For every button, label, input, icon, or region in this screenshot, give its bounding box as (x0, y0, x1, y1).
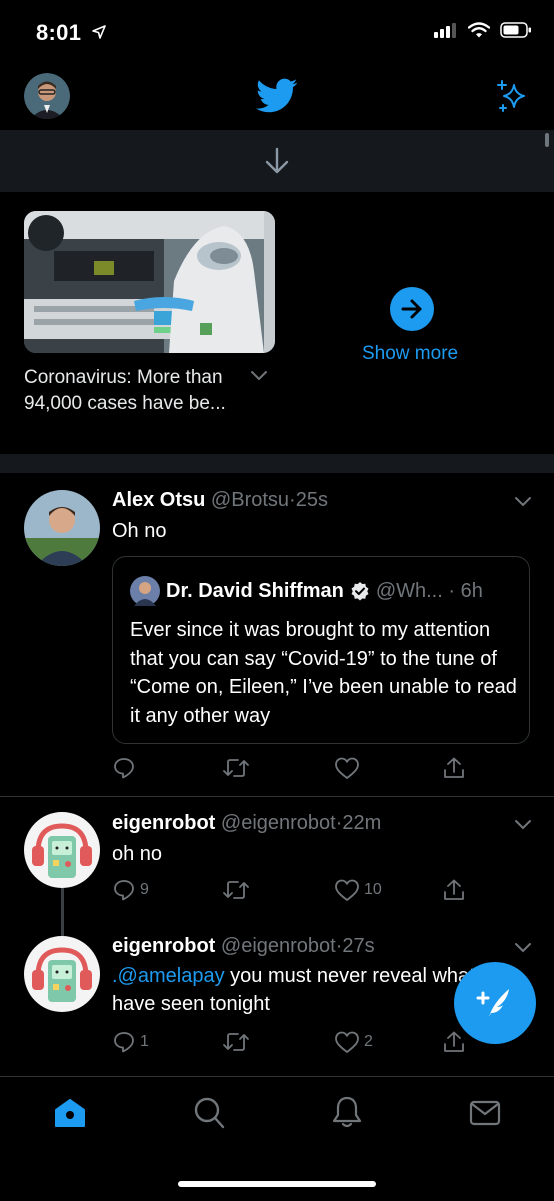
tweet-actions: 1 2 (112, 1030, 466, 1054)
arrow-down-icon (265, 147, 289, 174)
mention-link[interactable]: .@amelapay (112, 965, 225, 987)
home-indicator[interactable] (178, 1181, 376, 1187)
reply-icon (114, 1032, 134, 1053)
profile-avatar[interactable] (24, 73, 70, 119)
timestamp: 27s (342, 935, 375, 957)
messages-icon[interactable] (469, 1100, 501, 1126)
reply-icon (114, 758, 134, 779)
avatar[interactable] (24, 812, 100, 888)
chevron-down-icon[interactable] (514, 819, 532, 831)
tweet-header: eigenrobot @eigenrobot·22m (112, 812, 381, 835)
reply-button[interactable] (112, 756, 222, 780)
avatar[interactable] (24, 490, 100, 566)
share-icon (444, 1031, 464, 1052)
tweet-header: eigenrobot @eigenrobot·27s (112, 935, 375, 958)
display-name[interactable]: eigenrobot (112, 935, 215, 957)
twitter-bird-icon (256, 78, 298, 119)
status-time: 8:01 (36, 20, 106, 46)
search-icon[interactable] (193, 1096, 225, 1130)
display-name[interactable]: eigenrobot (112, 812, 215, 834)
like-icon (335, 757, 359, 779)
reply-button[interactable]: 1 (112, 1030, 222, 1054)
arrow-right-icon (401, 299, 422, 319)
signal-icon (434, 23, 456, 38)
status-icons (434, 22, 532, 38)
reply-icon (114, 880, 134, 901)
share-button[interactable] (442, 1030, 466, 1054)
separator-dot: · (448, 579, 456, 602)
notifications-icon[interactable] (331, 1095, 363, 1129)
display-name: Dr. David Shiffman (166, 579, 344, 602)
handle: @Wh... (375, 579, 443, 602)
tweet-text: Oh no (112, 520, 167, 542)
share-button[interactable] (442, 878, 466, 902)
reply-button[interactable]: 9 (112, 878, 222, 902)
show-more-button[interactable] (390, 287, 434, 331)
retweet-icon (223, 759, 249, 777)
verified-badge-icon (351, 582, 369, 601)
like-icon (335, 879, 359, 901)
chevron-down-icon[interactable] (514, 942, 532, 954)
like-button[interactable] (334, 756, 442, 780)
avatar[interactable] (24, 936, 100, 1012)
handle: @Brotsu (210, 489, 290, 511)
handle: @eigenrobot (220, 935, 336, 957)
divider (0, 796, 554, 797)
show-more-label[interactable]: Show more (362, 343, 458, 365)
avatar (130, 576, 160, 606)
sparkle-icon[interactable] (494, 79, 530, 120)
compose-tweet-button[interactable] (454, 962, 536, 1044)
like-icon (335, 1031, 359, 1053)
chevron-down-icon[interactable] (514, 496, 532, 508)
share-button[interactable] (442, 756, 466, 780)
like-count: 2 (364, 1033, 373, 1050)
like-button[interactable]: 2 (334, 1030, 442, 1054)
timestamp: 25s (295, 489, 328, 511)
share-icon (444, 879, 464, 900)
retweet-button[interactable] (222, 1031, 334, 1053)
tweet-actions (112, 756, 466, 780)
like-button[interactable]: 10 (334, 878, 442, 902)
quoted-tweet-header: Dr. David Shiffman @Wh... · 6h (130, 576, 483, 606)
reply-count: 9 (140, 881, 149, 898)
display-name[interactable]: Alex Otsu (112, 489, 205, 511)
retweet-button[interactable] (222, 879, 334, 901)
handle: @eigenrobot (220, 812, 336, 834)
retweet-button[interactable] (222, 757, 334, 779)
quoted-tweet-text: Ever since it was brought to my attentio… (130, 619, 517, 727)
tweet-text: oh no (112, 843, 163, 865)
load-new-tweets-bar[interactable] (0, 130, 554, 192)
timestamp: 22m (342, 812, 382, 834)
share-icon (444, 757, 464, 778)
tweet-actions: 9 10 (112, 878, 466, 902)
separator-dot: · (289, 489, 296, 511)
wifi-icon (468, 22, 490, 38)
tweet-header: Alex Otsu @Brotsu·25s (112, 489, 328, 512)
reply-count: 1 (140, 1033, 149, 1050)
section-separator (0, 454, 554, 473)
chevron-down-icon[interactable] (250, 370, 268, 382)
trending-headline[interactable]: Coronavirus: More than 94,000 cases have… (24, 365, 244, 417)
thread-line (61, 888, 64, 936)
compose-icon (476, 989, 509, 1017)
location-arrow-icon (91, 25, 106, 39)
retweet-icon (223, 1033, 249, 1051)
home-icon[interactable] (54, 1098, 86, 1128)
trending-image[interactable] (24, 211, 275, 353)
battery-icon (500, 22, 531, 38)
like-count: 10 (364, 881, 382, 898)
retweet-icon (223, 881, 249, 899)
scrollbar[interactable] (545, 133, 549, 147)
timestamp: 6h (460, 579, 483, 602)
